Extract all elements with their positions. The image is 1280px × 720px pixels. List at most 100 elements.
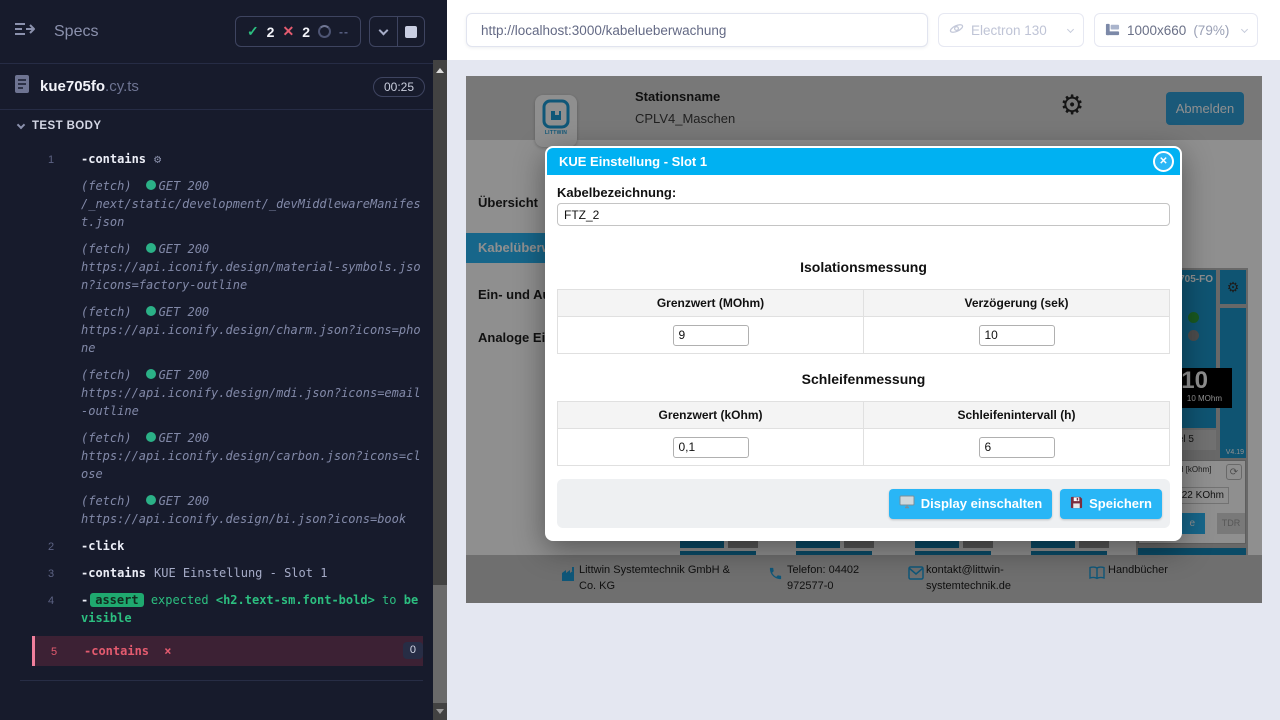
command-method: -contains (84, 644, 149, 658)
passed-count: 2 (267, 24, 275, 40)
reporter-header: Specs ✓ 2 ✕ 2 -- (0, 0, 433, 64)
isolation-delay-input[interactable] (979, 325, 1055, 346)
scrollbar-track[interactable] (433, 60, 447, 720)
assert-expected: visible (81, 611, 132, 625)
fetch-status: GET 200 (159, 242, 210, 256)
fetch-status: GET 200 (159, 431, 210, 445)
fetch-log[interactable]: (fetch) GET 200 https://api.iconify.desig… (32, 366, 423, 420)
gear-icon: ⚙ (154, 152, 161, 166)
fetch-status: GET 200 (159, 494, 210, 508)
loop-section-title: Schleifenmessung (557, 371, 1170, 387)
fetch-label: (fetch) (81, 431, 132, 445)
spec-duration-badge: 00:25 (373, 77, 425, 97)
loop-interval-header: Schleifenintervall (h) (864, 402, 1170, 429)
fetch-url: /_next/static/development/_devMiddleware… (81, 195, 423, 231)
command-method: -click (81, 539, 124, 553)
cable-name-input[interactable] (557, 203, 1170, 226)
chevron-down-icon (17, 121, 25, 129)
browser-select[interactable]: Electron 130 (938, 13, 1084, 47)
command-contains-1[interactable]: 1-contains⚙ (32, 150, 423, 168)
fetch-log[interactable]: (fetch) GET 200 https://api.iconify.desig… (32, 240, 423, 294)
command-number: 5 (51, 643, 57, 661)
collapse-button[interactable] (370, 17, 397, 46)
status-dot-icon (146, 306, 156, 316)
spec-file-name[interactable]: kue705fo.cy.ts (40, 78, 139, 95)
viewport-zoom: (79%) (1193, 23, 1229, 38)
fetch-label: (fetch) (81, 242, 132, 256)
close-icon[interactable]: ✕ (1153, 151, 1174, 172)
stage: Electron 130 1000x660 (79%) Stationsname… (447, 0, 1280, 720)
failed-count: 2 (302, 24, 310, 40)
assert-text: be (404, 593, 418, 607)
isolation-limit-header: Grenzwert (MOhm) (558, 290, 864, 317)
fetch-url: https://api.iconify.design/charm.json?ic… (81, 321, 423, 357)
viewport-select[interactable]: 1000x660 (79%) (1094, 13, 1258, 47)
cypress-reporter: Specs ✓ 2 ✕ 2 -- kue705fo.cy.ts 00:25 TE… (0, 0, 433, 720)
pending-count: -- (339, 25, 349, 39)
command-argument: KUE Einstellung - Slot 1 (154, 566, 327, 580)
fail-mark: × (164, 644, 171, 658)
fetch-status: GET 200 (159, 368, 210, 382)
url-input[interactable] (466, 13, 928, 47)
reporter-scrollbar (433, 0, 447, 720)
specs-menu-icon[interactable] (14, 21, 36, 42)
assert-target: <h2.text-sm.font-bold> (216, 593, 375, 607)
test-body-toggle[interactable]: TEST BODY (0, 110, 433, 138)
command-dash: - (81, 593, 88, 607)
ruler-icon (1105, 21, 1120, 39)
divider (20, 680, 423, 681)
assert-text: to (382, 593, 396, 607)
fetch-label: (fetch) (81, 179, 132, 193)
fetch-label: (fetch) (81, 368, 132, 382)
display-on-label: Display einschalten (921, 496, 1042, 511)
fetch-log[interactable]: (fetch) GET 200 https://api.iconify.desig… (32, 429, 423, 483)
fetch-url: https://api.iconify.design/carbon.json?i… (81, 447, 423, 483)
test-body-label: TEST BODY (32, 120, 101, 132)
specs-title: Specs (54, 23, 98, 41)
command-number: 4 (48, 592, 54, 610)
status-dot-icon (146, 180, 156, 190)
command-assert[interactable]: 4-assert expected <h2.text-sm.font-bold>… (32, 591, 423, 627)
scroll-up-arrow-icon[interactable] (436, 68, 444, 73)
modal-header: KUE Einstellung - Slot 1 ✕ (547, 148, 1180, 175)
cable-name-label: Kabelbezeichnung: (557, 185, 1170, 200)
isolation-limit-input[interactable] (673, 325, 749, 346)
command-click[interactable]: 2 -click (32, 537, 423, 555)
chevron-down-icon (379, 25, 389, 35)
status-dot-icon (146, 369, 156, 379)
command-method: -contains (81, 152, 146, 166)
browser-name: Electron 130 (971, 23, 1047, 38)
loop-interval-input[interactable] (979, 437, 1055, 458)
fetch-url: https://api.iconify.design/material-symb… (81, 258, 423, 294)
status-dot-icon (146, 432, 156, 442)
stop-button[interactable] (397, 17, 424, 46)
status-dot-icon (146, 243, 156, 253)
fetch-log[interactable]: (fetch)GET 200 /_next/static/development… (32, 177, 423, 231)
fetch-log[interactable]: (fetch) GET 200 https://api.iconify.desig… (32, 492, 423, 528)
loop-table: Grenzwert (kOhm) Schleifenintervall (h) (557, 401, 1170, 466)
scroll-down-arrow-icon[interactable] (436, 709, 444, 714)
spec-file-icon (14, 74, 30, 99)
command-number: 2 (48, 538, 54, 556)
stop-icon (405, 26, 417, 38)
loop-limit-input[interactable] (673, 437, 749, 458)
save-button[interactable]: Speichern (1060, 489, 1162, 519)
fetch-label: (fetch) (81, 494, 132, 508)
monitor-icon (899, 495, 915, 512)
aut-toolbar: Electron 130 1000x660 (79%) (447, 0, 1280, 60)
isolation-delay-header: Verzögerung (sek) (864, 290, 1170, 317)
passed-icon: ✓ (247, 23, 259, 40)
command-contains-failed[interactable]: 5-contains × 0 (32, 636, 423, 666)
fetch-label: (fetch) (81, 305, 132, 319)
spec-file-row[interactable]: kue705fo.cy.ts 00:25 (0, 64, 433, 110)
display-on-button[interactable]: Display einschalten (889, 489, 1052, 519)
fetch-log[interactable]: (fetch)GET 200 https://api.iconify.desig… (32, 303, 423, 357)
fetch-url: https://api.iconify.design/mdi.json?icon… (81, 384, 423, 420)
command-contains-3[interactable]: 3-containsKUE Einstellung - Slot 1 (32, 564, 423, 582)
modal-footer: Display einschalten Speichern (557, 479, 1170, 528)
loop-limit-header: Grenzwert (kOhm) (558, 402, 864, 429)
fetch-url: https://api.iconify.design/bi.json?icons… (81, 510, 423, 528)
command-method: -contains (81, 566, 146, 580)
assert-badge: assert (90, 593, 143, 607)
scrollbar-thumb[interactable] (433, 585, 447, 703)
